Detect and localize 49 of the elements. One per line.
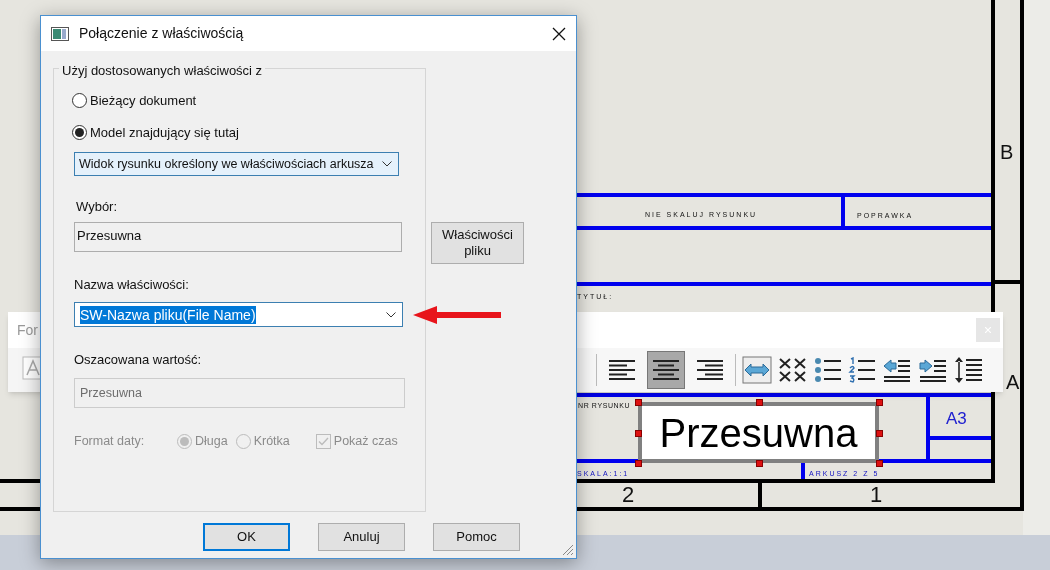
resize-handle[interactable] [635,460,642,467]
dialog-button[interactable]: OK [203,523,290,551]
column-number: 1 [870,484,883,506]
estimated-value-field: Przesuwna [74,378,405,408]
field-label: Nazwa właściwości: [74,276,189,294]
close-icon [985,327,991,333]
window-title: Połączenie z właściwością [79,24,245,43]
row-letter: B [1000,142,1014,162]
dialog-button[interactable]: Pomoc [433,523,520,551]
fit-width-icon[interactable] [742,356,772,384]
panel-title: For [17,320,38,340]
view-select[interactable]: Widok rysunku określony we właściwościach arkusza [74,152,399,176]
selection-field[interactable]: Przesuwna [74,222,402,252]
numbered-list-icon[interactable] [848,357,876,383]
chevron-down-icon [386,312,396,318]
align-center-icon [651,357,681,383]
resize-handle[interactable] [635,399,642,406]
grid-cross-icon[interactable] [778,357,808,383]
align-left-icon [607,357,637,383]
file-properties-button[interactable]: Właściwości pliku [431,222,524,264]
field-label: Oszacowana wartość: [74,351,202,369]
resize-grip-icon[interactable] [562,544,574,556]
resize-handle[interactable] [876,460,883,467]
resize-handle[interactable] [755,460,763,467]
chevron-down-icon [382,161,392,167]
row-letter: A [1006,372,1020,392]
field-label: Format daty: [74,433,146,450]
sheet-size-text: A3 [946,408,967,430]
radio-option[interactable]: Bieżący dokument [72,91,239,111]
property-name-select[interactable]: SW-Nazwa pliku(File Name) [74,302,403,327]
radio-option[interactable]: Model znajdujący się tutaj [72,122,239,142]
column-number: 2 [622,484,635,506]
line-spacing-icon[interactable] [954,356,984,384]
increase-indent-icon[interactable] [918,357,948,383]
bullet-list-icon[interactable] [814,357,842,383]
checkmark-icon [317,436,329,446]
window-icon [51,26,69,41]
resize-handle[interactable] [876,399,883,406]
close-icon[interactable] [552,26,566,41]
dialog-button[interactable]: Anuluj [318,523,405,551]
text-box[interactable]: Przesuwna [638,402,879,463]
center-align-button[interactable] [647,351,685,389]
resize-handle[interactable] [876,429,883,437]
field-label: Wybór: [76,198,118,216]
pointer-arrow-icon [413,306,501,324]
resize-handle[interactable] [635,429,642,437]
resize-handle[interactable] [755,399,763,406]
decrease-indent-icon[interactable] [882,357,912,383]
align-right-icon [695,357,725,383]
